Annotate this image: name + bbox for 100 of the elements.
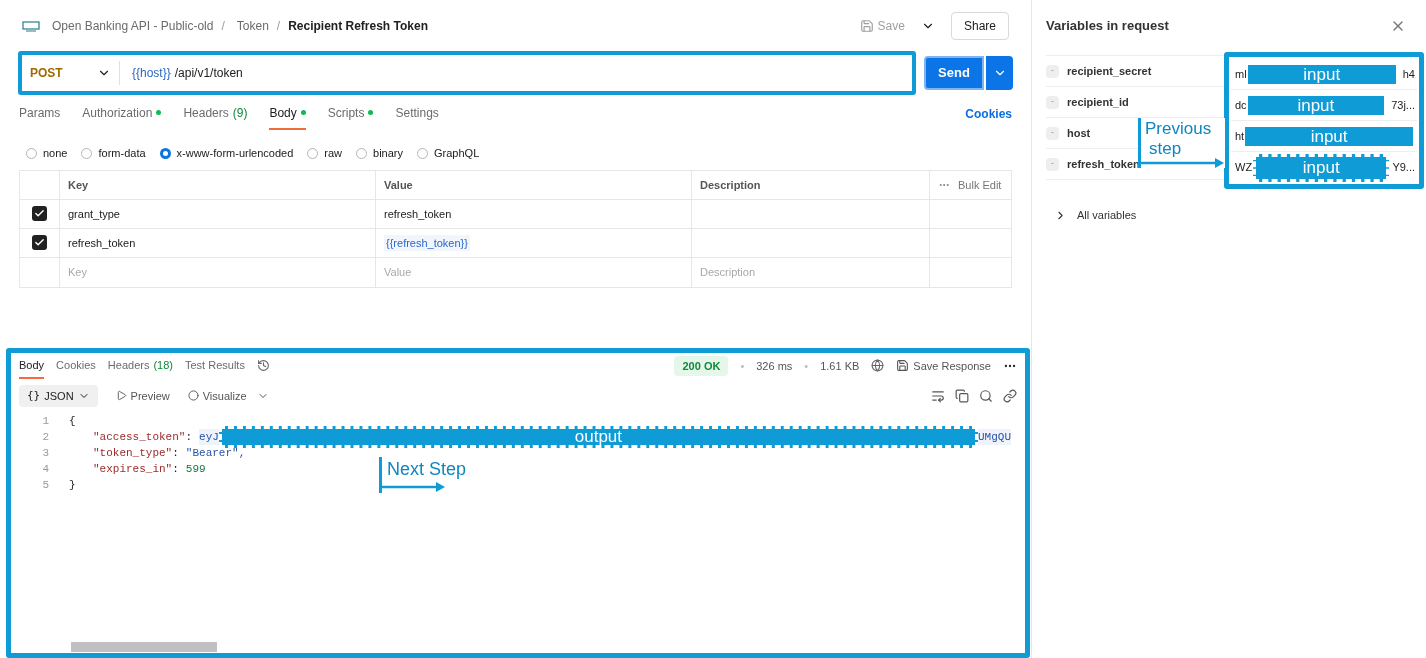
next-step-label: Next Step — [387, 457, 467, 481]
leader-line — [1138, 118, 1141, 168]
variable-value: ml — [1234, 66, 1248, 82]
variable-tag: - — [1046, 157, 1059, 171]
column-header: Key — [60, 170, 376, 199]
json-string: "Bearer", — [185, 445, 246, 461]
response-tab[interactable]: Body — [19, 352, 45, 379]
code-text: : — [172, 445, 179, 461]
send-options-button[interactable] — [986, 56, 1013, 90]
code-text: : — [172, 461, 179, 477]
breadcrumb-link[interactable]: Open Banking API - Public-old — [52, 16, 214, 35]
checkbox[interactable] — [32, 206, 47, 222]
wrap-icon[interactable] — [931, 388, 945, 403]
radio-label: x-www-form-urlencoded — [176, 145, 294, 161]
variable-tag: - — [1046, 64, 1059, 78]
line-number: 2 — [41, 429, 50, 445]
all-variables-link[interactable]: All variables — [1077, 207, 1137, 224]
variable-name: recipient_secret — [1067, 63, 1152, 79]
column-header: Value — [376, 170, 692, 199]
link-icon[interactable] — [1003, 388, 1017, 403]
share-button[interactable]: Share — [950, 11, 1009, 40]
response-tab[interactable]: Test Results — [184, 352, 245, 379]
radio-label: binary — [373, 145, 404, 161]
checkbox[interactable] — [32, 235, 47, 251]
previous-step-label: Previous — [1145, 118, 1213, 139]
request-tab[interactable]: Scripts — [327, 97, 374, 131]
table-cell: {{refresh_token}} — [384, 234, 470, 252]
annotation-label: input — [1253, 153, 1390, 182]
table-cell-text: refresh_token — [68, 235, 136, 251]
line-number: 5 — [41, 477, 50, 493]
code-text: { — [69, 413, 76, 429]
response-time: 326 ms — [756, 358, 793, 374]
url-path: /api/v1/token — [174, 65, 243, 82]
format-dropdown[interactable]: {} JSON — [19, 384, 98, 407]
preview-button[interactable]: Preview — [115, 387, 170, 405]
arrow-icon — [1141, 158, 1225, 168]
request-tab[interactable]: Body — [269, 97, 306, 131]
line-number: 1 — [41, 413, 50, 429]
leader-line — [379, 456, 382, 493]
radio-label: raw — [324, 145, 343, 161]
radio-label: form-data — [98, 145, 146, 161]
url-bar[interactable]: POST {{host}} /api/v1/token — [18, 51, 916, 95]
breadcrumb-link[interactable]: Token — [236, 16, 269, 35]
radio-button[interactable] — [159, 147, 171, 159]
separator-dot: • — [740, 358, 745, 374]
play-icon — [115, 390, 127, 402]
request-title: Recipient Refresh Token — [288, 17, 428, 35]
save-icon — [859, 18, 874, 33]
radio-label: GraphQL — [434, 145, 480, 161]
json-string: UMgQU — [978, 428, 1011, 445]
variable-value: Y9... — [1391, 160, 1416, 176]
line-number: 4 — [41, 461, 50, 477]
annotation-label: input — [1247, 64, 1396, 84]
radio-label: none — [43, 145, 68, 161]
request-tab[interactable]: Settings — [395, 97, 439, 131]
search-icon[interactable] — [979, 388, 993, 403]
method-label[interactable]: POST — [30, 64, 63, 82]
variable-tag: - — [1046, 95, 1059, 109]
copy-icon[interactable] — [955, 388, 969, 403]
variable-value: 73j... — [1390, 97, 1416, 113]
variable-value: WZ — [1234, 160, 1254, 176]
history-icon[interactable] — [256, 359, 270, 373]
request-tab[interactable]: Authorization — [82, 97, 162, 131]
separator-dot: • — [804, 358, 809, 374]
json-key: "expires_in" — [93, 460, 173, 477]
table-cell-text: grant_type — [68, 206, 120, 222]
column-header: Description — [692, 170, 930, 199]
table-cell-text: refresh_token — [384, 206, 452, 222]
visualize-button[interactable]: Visualize — [187, 387, 247, 405]
send-button[interactable]: Send — [924, 56, 984, 90]
cookies-link[interactable]: Cookies — [965, 104, 1012, 123]
variable-value: h4 — [1401, 66, 1416, 82]
previous-step-label: step — [1149, 139, 1183, 158]
braces-icon: {} — [27, 387, 41, 405]
variable-name: host — [1067, 125, 1091, 141]
response-tab[interactable]: Cookies — [56, 352, 96, 379]
breadcrumb-separator: / — [276, 17, 281, 35]
line-number: 3 — [41, 445, 50, 461]
code-text: : — [185, 429, 193, 445]
request-tab[interactable]: Headers (9) — [183, 97, 248, 131]
globe-icon[interactable] — [871, 359, 885, 373]
response-size: 1.61 KB — [820, 358, 860, 374]
variable-name: recipient_id — [1067, 94, 1129, 110]
variable-name: refresh_token — [1067, 156, 1140, 172]
status-badge: 200 OK — [674, 355, 729, 377]
save-response-button[interactable]: Save Response — [896, 357, 991, 375]
annotation-label: input — [1245, 126, 1413, 146]
url-variable: {{host}} — [132, 65, 171, 82]
bulk-edit-link[interactable]: Bulk Edit — [958, 176, 1002, 194]
json-key: "token_type" — [93, 444, 173, 461]
arrow-icon — [382, 480, 446, 493]
annotation-label: output — [218, 425, 978, 448]
breadcrumb-separator: / — [221, 17, 225, 35]
save-icon — [896, 359, 910, 373]
request-tab[interactable]: Params — [19, 97, 61, 131]
response-tab[interactable]: Headers (18) — [107, 352, 173, 379]
code-text: } — [69, 477, 76, 493]
json-number: 599 — [185, 461, 206, 477]
annotation-label: input — [1247, 95, 1385, 115]
json-key: "access_token" — [93, 428, 186, 445]
